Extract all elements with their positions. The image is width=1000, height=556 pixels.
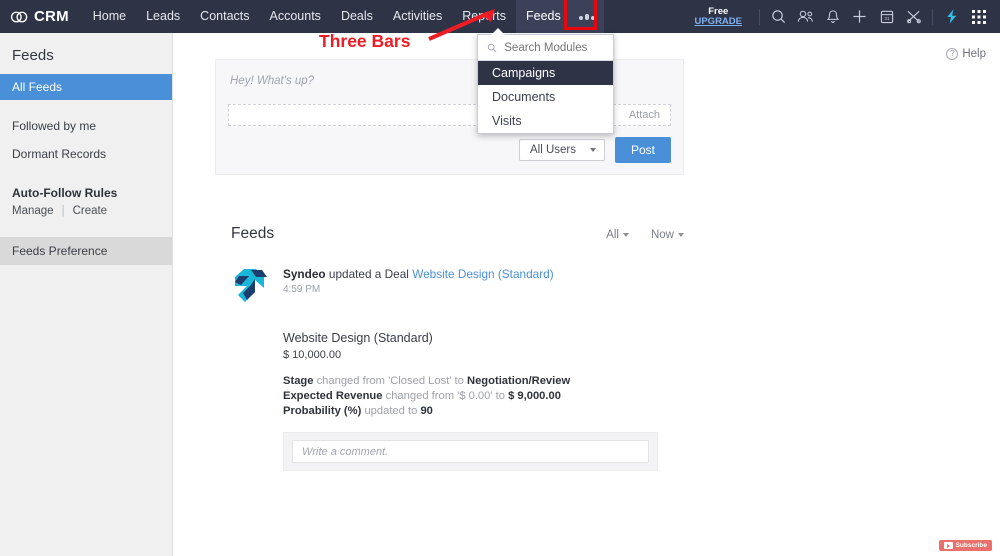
sidebar-item-all-feeds[interactable]: All Feeds [0, 74, 172, 100]
change-field-stage: Stage [283, 375, 314, 387]
search-icon[interactable] [765, 0, 792, 33]
three-bars-icon[interactable] [563, 0, 604, 33]
sidebar-link-manage[interactable]: Manage [12, 205, 54, 217]
change-value-probability: 90 [420, 405, 433, 417]
feeds-filter-time-value: Now [650, 229, 674, 241]
nav-item-feeds[interactable]: Feeds [516, 0, 571, 33]
audience-select[interactable]: All Users [518, 139, 605, 161]
lightning-logo-icon[interactable] [938, 0, 965, 33]
feeds-header: Feeds All Now [231, 225, 684, 243]
change-row-stage: Stage changed from 'Closed Lost' to Nego… [283, 375, 684, 390]
calendar-icon[interactable]: 31 [873, 0, 900, 33]
svg-text:31: 31 [884, 16, 890, 21]
help-button[interactable]: ? Help [946, 48, 986, 60]
feed-post-record-link[interactable]: Website Design (Standard) [412, 267, 553, 281]
module-item-campaigns[interactable]: Campaigns [478, 61, 613, 85]
crm-app-window: CRM Home Leads Contacts Accounts Deals A… [0, 0, 1000, 556]
sidebar-divider: | [61, 205, 65, 217]
chevron-down-icon [678, 233, 684, 237]
avatar[interactable] [231, 265, 271, 305]
app-grid-icon[interactable] [965, 0, 992, 33]
plus-icon[interactable] [846, 0, 873, 33]
feeds-filters: All Now [606, 229, 684, 243]
primary-nav: Home Leads Contacts Accounts Deals Activ… [83, 0, 604, 33]
change-field-probability: Probability (%) [283, 405, 362, 417]
change-text-expected-revenue: changed from '$ 0.00' to [385, 390, 505, 402]
sidebar-auto-follow-actions: Manage | Create [0, 203, 172, 223]
comment-area: Write a comment. [283, 432, 658, 471]
feed-post-time: 4:59 PM [283, 284, 321, 295]
bell-icon[interactable] [819, 0, 846, 33]
upgrade-link: UPGRADE [694, 15, 742, 27]
change-row-expected-revenue: Expected Revenue changed from '$ 0.00' t… [283, 390, 684, 405]
nav-item-home[interactable]: Home [83, 0, 136, 33]
attach-label: Attach [628, 109, 660, 121]
module-item-visits[interactable]: Visits [478, 109, 613, 133]
overflow-dots [579, 13, 596, 20]
annotation-label: Three Bars [319, 31, 411, 51]
feeds-filter-scope[interactable]: All [606, 229, 629, 241]
nav-item-accounts[interactable]: Accounts [260, 0, 331, 33]
change-text-probability: updated to [364, 405, 418, 417]
sidebar-item-feeds-preference[interactable]: Feeds Preference [0, 237, 172, 265]
feed-post-summary: Syndeo updated a Deal Website Design (St… [283, 267, 554, 281]
feeds-title: Feeds [231, 225, 275, 242]
change-value-stage: Negotiation/Review [467, 375, 571, 387]
subscribe-label: Subscribe [955, 542, 987, 549]
change-field-expected-revenue: Expected Revenue [283, 390, 383, 402]
nav-item-contacts[interactable]: Contacts [190, 0, 259, 33]
deal-name: Website Design (Standard) [283, 331, 433, 345]
sidebar-link-create[interactable]: Create [73, 205, 108, 217]
feed-post-author[interactable]: Syndeo [283, 267, 326, 281]
plan-label: Free [708, 5, 729, 17]
nav-item-deals[interactable]: Deals [331, 0, 383, 33]
feed-post-meta: Syndeo updated a Deal Website Design (St… [283, 263, 554, 305]
feed-post-action: updated a Deal [328, 267, 409, 281]
feed-post-header: Syndeo updated a Deal Website Design (St… [231, 263, 684, 305]
sidebar-title: Feeds [12, 47, 54, 64]
feed-post-body: Website Design (Standard) $ 10,000.00 St… [231, 305, 684, 420]
change-value-expected-revenue: $ 9,000.00 [508, 390, 561, 402]
users-icon[interactable] [792, 0, 819, 33]
top-right-actions: Free UPGRADE 31 [682, 0, 1000, 33]
sidebar-item-followed-by-me[interactable]: Followed by me [0, 112, 172, 140]
audience-value: All Users [529, 144, 576, 156]
chevron-down-icon [589, 148, 596, 152]
change-text-stage: changed from 'Closed Lost' to [316, 375, 464, 387]
modules-dropdown-menu: Campaigns Documents Visits [477, 28, 614, 134]
sidebar-item-dormant-records[interactable]: Dormant Records [0, 140, 172, 168]
divider [759, 8, 760, 25]
feed-post: Syndeo updated a Deal Website Design (St… [231, 263, 684, 471]
left-sidebar: Feeds All Feeds Followed by me Dormant R… [0, 33, 173, 556]
play-icon [943, 542, 953, 549]
comment-placeholder: Write a comment. [302, 445, 389, 458]
nav-item-leads[interactable]: Leads [136, 0, 190, 33]
brand-name: CRM [34, 8, 69, 25]
crm-loop-logo-icon [10, 11, 28, 22]
help-label: Help [962, 48, 986, 60]
chevron-down-icon [622, 233, 629, 237]
sidebar-heading-auto-follow-rules: Auto-Follow Rules [12, 186, 118, 200]
divider [932, 8, 933, 25]
feeds-filter-time[interactable]: Now [651, 229, 684, 241]
deal-amount: $ 10,000.00 [283, 349, 342, 361]
change-row-probability: Probability (%) updated to 90 [283, 405, 684, 420]
search-modules-input[interactable] [504, 42, 605, 54]
subscribe-button[interactable]: Subscribe [938, 540, 992, 551]
module-item-documents[interactable]: Documents [478, 85, 613, 109]
upgrade-button[interactable]: Free UPGRADE [682, 5, 754, 27]
feeds-filter-scope-value: All [606, 229, 619, 241]
comment-input[interactable]: Write a comment. [292, 440, 649, 463]
brand-logo[interactable]: CRM [0, 8, 83, 25]
question-circle-icon: ? [946, 48, 959, 60]
annotation-arrow-icon [428, 9, 495, 41]
change-list: Stage changed from 'Closed Lost' to Nego… [283, 361, 684, 420]
post-button[interactable]: Post [614, 137, 671, 163]
tools-icon[interactable] [900, 0, 927, 33]
